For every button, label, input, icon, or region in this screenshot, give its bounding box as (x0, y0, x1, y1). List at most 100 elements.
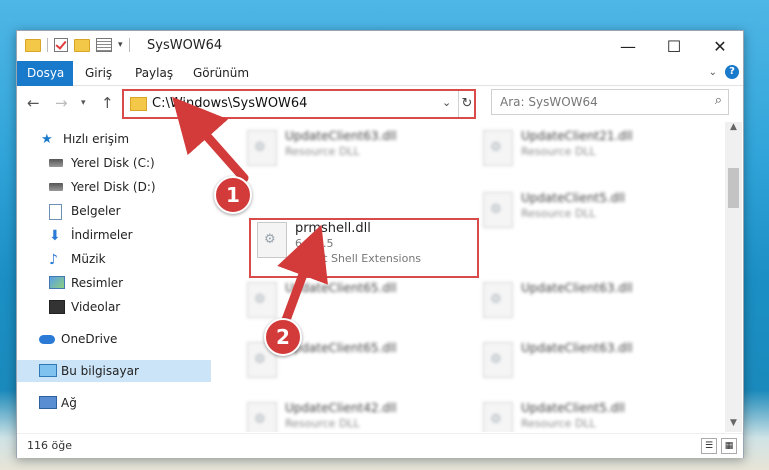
close-button[interactable]: ✕ (697, 31, 743, 61)
help-icon[interactable]: ? (725, 65, 739, 79)
nav-item-onedrive[interactable]: OneDrive (17, 328, 232, 350)
file-item[interactable]: UpdateClient21.dll Resource DLL (477, 128, 697, 170)
dll-file-icon (247, 402, 277, 432)
file-version: 6.0.0.5 (295, 237, 334, 250)
tab-home[interactable]: Giriş (75, 61, 122, 85)
file-item[interactable]: UpdateClient63.dll (477, 340, 697, 382)
dll-file-icon (483, 192, 513, 228)
file-item[interactable]: UpdateClient65.dll (241, 280, 461, 322)
address-bar[interactable]: C:\Windows\SysWOW64 ⌄ ↻ (122, 89, 476, 119)
disk-icon (49, 183, 63, 191)
nav-label: Belgeler (71, 204, 121, 218)
file-name: UpdateClient5.dll (521, 401, 625, 415)
file-type: Resource DLL (521, 145, 596, 158)
up-arrow-icon[interactable]: ↑ (101, 94, 114, 112)
divider (128, 38, 130, 52)
file-item[interactable]: UpdateClient63.dll (477, 280, 697, 322)
new-folder-icon[interactable] (74, 38, 90, 52)
file-name: UpdateClient63.dll (521, 281, 633, 295)
dll-file-icon (247, 130, 277, 166)
nav-label: Ağ (61, 396, 77, 410)
scroll-up-icon[interactable]: ▲ (725, 122, 742, 136)
file-type: Resource DLL (521, 207, 596, 220)
nav-label: Müzik (71, 252, 106, 266)
nav-item-network[interactable]: Ağ (17, 392, 232, 414)
onedrive-icon (39, 335, 55, 344)
file-type: Resource DLL (285, 145, 360, 158)
file-name: UpdateClient63.dll (285, 129, 397, 143)
network-icon (39, 396, 57, 409)
file-item[interactable]: UpdateClient42.dll Resource DLL (241, 400, 461, 432)
recent-locations-icon[interactable]: ▾ (81, 98, 86, 108)
chevron-down-icon[interactable]: ⌄ (442, 96, 451, 109)
nav-item-downloads[interactable]: ⬇ İndirmeler 📌 (17, 224, 242, 246)
expand-ribbon-icon[interactable]: ⌄ (709, 67, 717, 78)
file-item[interactable]: UpdateClient63.dll Resource DLL (241, 128, 461, 170)
file-name: UpdateClient65.dll (285, 281, 397, 295)
title-bar: ▾ SysWOW64 — ☐ ✕ (17, 31, 743, 61)
ribbon-controls: ⌄ ? (709, 65, 739, 79)
file-name: UpdateClient5.dll (521, 191, 625, 205)
folder-icon (25, 38, 41, 52)
folder-icon (130, 97, 147, 111)
file-name: UpdateClient65.dll (285, 341, 397, 355)
nav-item-local-disk-c[interactable]: Yerel Disk (C:) 📌 (17, 152, 242, 174)
search-icon: ⌕ (714, 93, 722, 108)
item-count: 116 öğe (27, 439, 72, 452)
file-description: Promt Shell Extensions (295, 252, 422, 265)
nav-item-quick-access[interactable]: ★ Hızlı erişim (17, 128, 234, 150)
properties-check-icon[interactable] (54, 38, 68, 52)
address-path: C:\Windows\SysWOW64 (152, 96, 308, 111)
file-name: UpdateClient63.dll (521, 341, 633, 355)
nav-label: Bu bilgisayar (61, 364, 139, 378)
scroll-down-icon[interactable]: ▼ (725, 418, 742, 432)
file-item-prmshell[interactable]: prmshell.dll 6.0.0.5 Promt Shell Extensi… (251, 220, 471, 265)
search-box[interactable]: Ara: SysWOW64 ⌕ (491, 89, 729, 115)
view-toggle: ☰ ▦ (701, 438, 737, 454)
step-1-badge: 1 (214, 176, 252, 214)
nav-item-documents[interactable]: Belgeler 📌 (17, 200, 242, 222)
nav-item-this-pc[interactable]: Bu bilgisayar (17, 360, 232, 382)
customize-dropdown-icon[interactable]: ▾ (118, 40, 123, 50)
nav-item-pictures[interactable]: Resimler 📌 (17, 272, 242, 294)
vertical-scrollbar[interactable]: ▲ ▼ (725, 122, 742, 432)
nav-item-videos[interactable]: Videolar 📌 (17, 296, 242, 318)
videos-icon (49, 300, 65, 314)
nav-label: Videolar (71, 300, 121, 314)
forward-arrow-icon[interactable]: → (55, 94, 68, 112)
tab-view[interactable]: Görünüm (183, 61, 259, 85)
nav-label: İndirmeler (71, 228, 133, 242)
file-item[interactable]: UpdateClient5.dll Resource DLL (477, 190, 697, 232)
file-item[interactable]: UpdateClient5.dll Resource DLL (477, 400, 697, 432)
documents-icon (49, 204, 62, 220)
nav-label: Resimler (71, 276, 124, 290)
dll-file-icon (257, 222, 287, 258)
nav-item-local-disk-d[interactable]: Yerel Disk (D:) 📌 (17, 176, 242, 198)
large-icons-view-icon[interactable]: ▦ (721, 438, 737, 454)
downloads-icon: ⬇ (49, 228, 61, 244)
dll-file-icon (483, 342, 513, 378)
music-icon: ♪ (49, 252, 58, 268)
file-type: Resource DLL (285, 417, 360, 430)
nav-label: Yerel Disk (C:) (71, 156, 155, 170)
pictures-icon (49, 276, 65, 289)
this-pc-icon (39, 364, 57, 377)
scroll-thumb[interactable] (728, 168, 739, 208)
maximize-button[interactable]: ☐ (651, 31, 697, 61)
tab-share[interactable]: Paylaş (125, 61, 183, 85)
nav-label: Hızlı erişim (63, 132, 130, 146)
window-title: SysWOW64 (147, 38, 223, 53)
back-arrow-icon[interactable]: ← (27, 94, 40, 112)
properties-icon[interactable] (96, 38, 112, 52)
address-row: ← → ▾ ↑ C:\Windows\SysWOW64 ⌄ ↻ Ara: Sys… (17, 86, 743, 120)
dll-file-icon (247, 282, 277, 318)
explorer-window: ▾ SysWOW64 — ☐ ✕ Dosya Giriş Paylaş Görü… (16, 30, 744, 458)
status-bar: 116 öğe ☰ ▦ (17, 433, 743, 458)
details-view-icon[interactable]: ☰ (701, 438, 717, 454)
minimize-button[interactable]: — (605, 31, 651, 61)
nav-label: Yerel Disk (D:) (71, 180, 156, 194)
dll-file-icon (483, 282, 513, 318)
refresh-icon[interactable]: ↻ (458, 91, 475, 117)
nav-item-music[interactable]: ♪ Müzik 📌 (17, 248, 242, 270)
file-name: UpdateClient42.dll (285, 401, 397, 415)
